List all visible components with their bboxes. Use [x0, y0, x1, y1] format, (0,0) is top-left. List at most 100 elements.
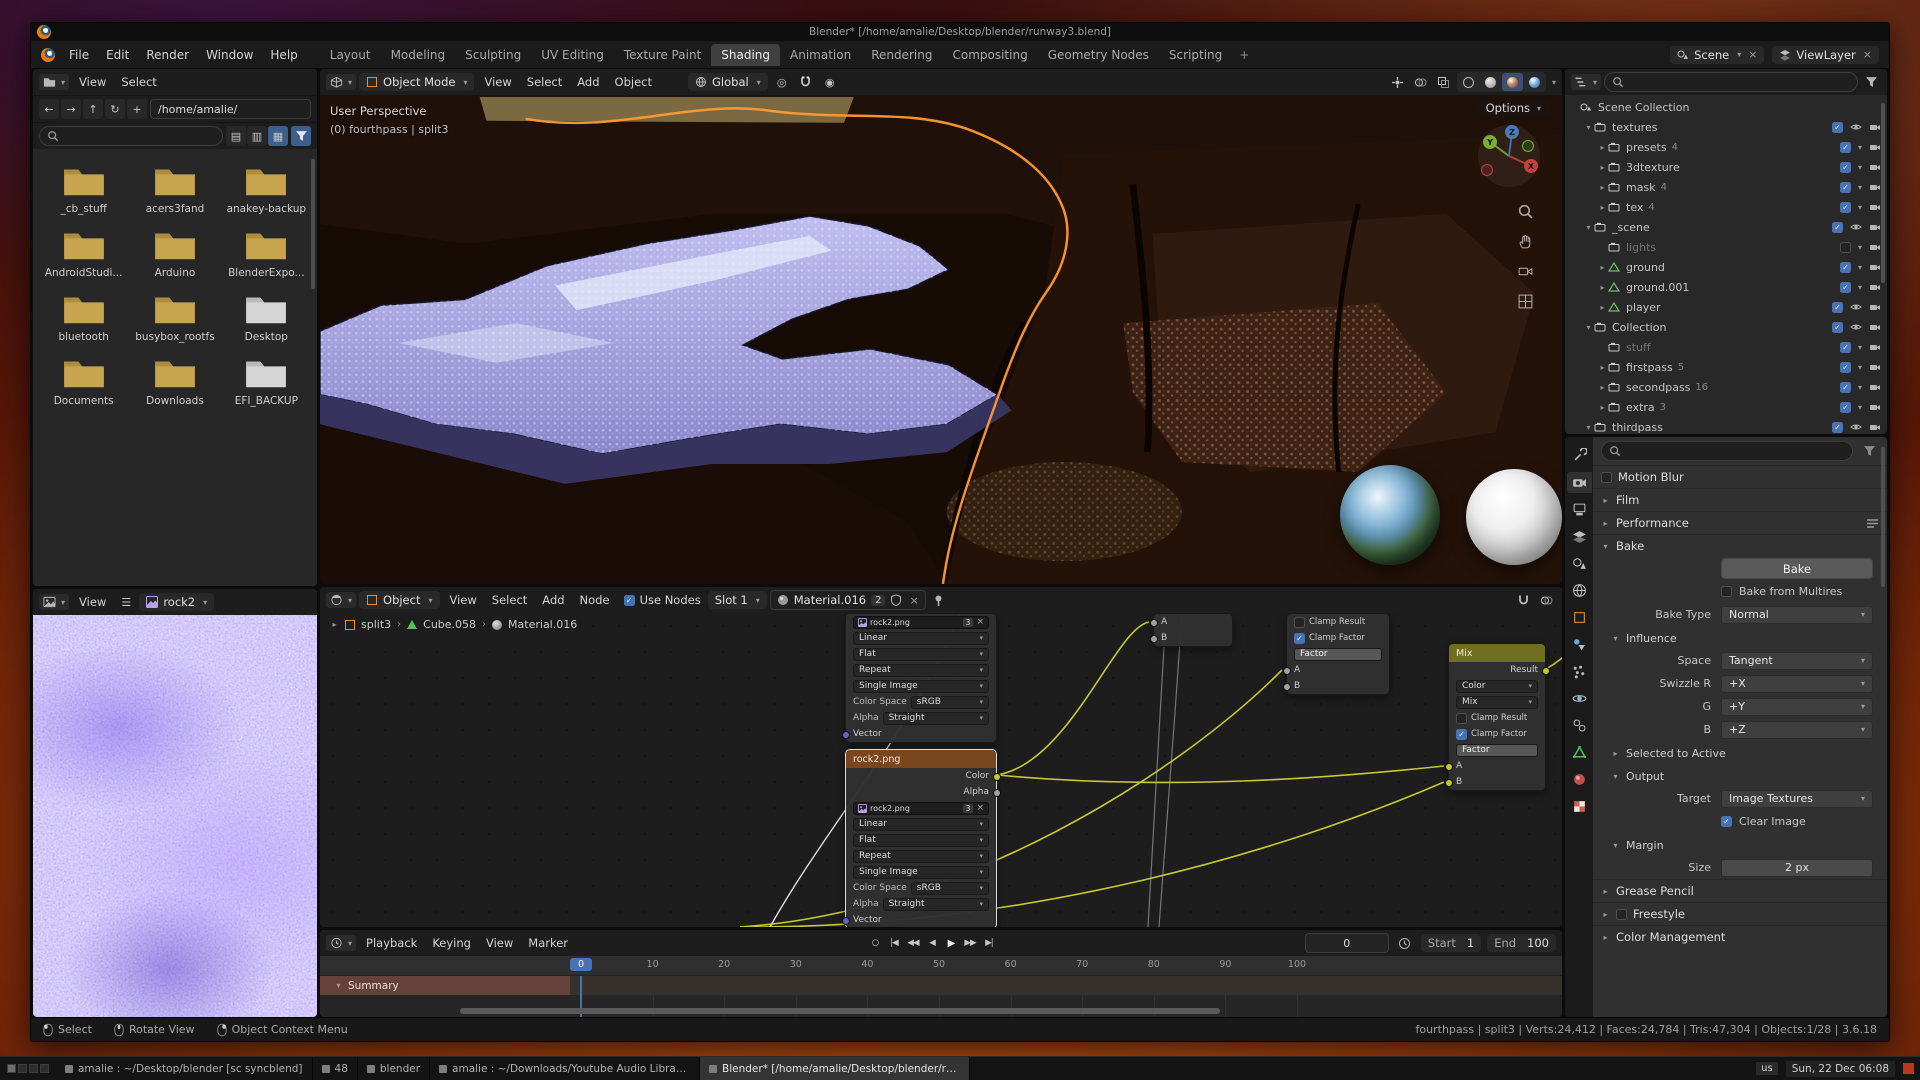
menu-help[interactable]: Help	[262, 45, 305, 65]
exclude-checkbox[interactable]: ✓	[1840, 282, 1851, 293]
display-mode-0-button[interactable]: ▤	[226, 126, 246, 146]
alpha-output-socket[interactable]	[993, 789, 1001, 797]
camera-view-icon[interactable]	[1517, 263, 1534, 280]
panel-grease-pencil[interactable]: ▸Grease Pencil	[1593, 879, 1887, 902]
node-image-texture-rock2[interactable]: rock2.pngColorAlpharock2.png3×Linear▾Fla…	[845, 749, 997, 927]
expander-icon[interactable]: ▸	[1597, 143, 1608, 152]
disable-render-camera-icon[interactable]	[1869, 162, 1881, 172]
bake-from-multires-toggle[interactable]: Bake from Multires	[1721, 585, 1842, 598]
file-item[interactable]: BlenderExpo...	[222, 223, 311, 283]
menu-view[interactable]: View	[443, 591, 484, 609]
exclude-checkbox[interactable]: ✓	[1832, 122, 1843, 133]
refresh-button[interactable]: ↻	[105, 99, 125, 119]
show-overlays-icon[interactable]	[1411, 72, 1431, 92]
panel-motion-blur[interactable]: Motion Blur	[1593, 465, 1887, 488]
disable-render-camera-icon[interactable]	[1869, 362, 1881, 372]
workspace-tab-sculpting[interactable]: Sculpting	[455, 44, 531, 66]
viewlayer-remove-icon[interactable]: ×	[1863, 48, 1872, 61]
node-row-srgb[interactable]: Color SpacesRGB▾	[846, 880, 996, 896]
vector-input-socket[interactable]	[842, 917, 850, 925]
display-mode-1-button[interactable]: ▥	[247, 126, 267, 146]
color-output-socket[interactable]	[993, 773, 1001, 781]
node-row-linear[interactable]: Linear▾	[846, 630, 996, 646]
outliner-row-lights[interactable]: lights▾	[1565, 237, 1887, 257]
node-mix[interactable]: MixResultColor▾Mix▾Clamp Result✓Clamp Fa…	[1448, 643, 1546, 791]
editor-type-shader[interactable]: ▾	[326, 592, 356, 608]
node-row-vector[interactable]: Vector	[846, 726, 996, 742]
outliner-row-ground[interactable]: ▸ground✓▾	[1565, 257, 1887, 277]
exclude-checkbox[interactable]: ✓	[1832, 422, 1843, 433]
panel-color-management[interactable]: ▸Color Management	[1593, 925, 1887, 948]
disable-render-camera-icon[interactable]	[1869, 142, 1881, 152]
jump-to-end-button[interactable]: ▶|	[980, 935, 997, 951]
workspace-tab-shading[interactable]: Shading	[711, 44, 780, 66]
end-frame-field[interactable]: End100	[1487, 934, 1556, 952]
panel-freestyle[interactable]: ▸Freestyle	[1593, 902, 1887, 925]
file-item[interactable]: Desktop	[222, 287, 311, 347]
workspace-tab-scripting[interactable]: Scripting	[1159, 44, 1232, 66]
menu-edit[interactable]: Edit	[98, 45, 137, 65]
outliner-row-player[interactable]: ▸player✓	[1565, 297, 1887, 317]
file-item[interactable]: acers3fand	[130, 159, 219, 219]
summary-keyframe-track[interactable]	[570, 976, 1562, 995]
exclude-checkbox[interactable]: ✓	[1840, 142, 1851, 153]
workspace-tab-rendering[interactable]: Rendering	[861, 44, 942, 66]
disable-render-camera-icon[interactable]	[1869, 342, 1881, 352]
render-properties-tab[interactable]	[1567, 472, 1592, 493]
hamburger-icon[interactable]: ☰	[116, 592, 136, 612]
workspace-tab-compositing[interactable]: Compositing	[942, 44, 1037, 66]
disable-render-camera-icon[interactable]	[1869, 382, 1881, 392]
file-item[interactable]: EFI_BACKUP	[222, 351, 311, 411]
node-row-mix[interactable]: Mix▾	[1449, 694, 1545, 710]
taskbar-item[interactable]: Blender* [/home/amalie/Desktop/blender/r…	[700, 1057, 970, 1080]
visibility-chevron-icon[interactable]: ▾	[1858, 283, 1862, 292]
create-folder-button[interactable]: +	[127, 99, 147, 119]
node-row-rock2-png[interactable]: rock2.png3×	[846, 614, 996, 630]
menu-render[interactable]: Render	[138, 45, 197, 65]
bake-type-select[interactable]: Normal▾	[1721, 606, 1873, 624]
image-canvas[interactable]	[33, 615, 317, 1017]
editor-type-image[interactable]: ▾	[39, 594, 69, 610]
node-row-color[interactable]: Color▾	[1449, 678, 1545, 694]
start-frame-field[interactable]: Start1	[1421, 934, 1481, 952]
node-row-factor[interactable]: Factor	[1287, 646, 1389, 662]
b-input-socket[interactable]	[1445, 779, 1453, 787]
expander-icon[interactable]: ▸	[1597, 163, 1608, 172]
taskbar-item[interactable]: blender	[358, 1057, 430, 1080]
back-button[interactable]: ←	[39, 99, 59, 119]
editor-type-outliner[interactable]: ▾	[1571, 74, 1601, 90]
material-properties-tab[interactable]	[1567, 769, 1592, 790]
editor-type-file-browser[interactable]: ▾	[39, 74, 69, 90]
pan-hand-icon[interactable]	[1517, 233, 1534, 250]
disable-render-camera-icon[interactable]	[1869, 322, 1881, 332]
menu-marker[interactable]: Marker	[521, 934, 575, 952]
menu-node[interactable]: Node	[573, 591, 617, 609]
exclude-checkbox[interactable]	[1840, 242, 1851, 253]
timeline-scrollbar[interactable]	[460, 1008, 1220, 1014]
workspace-tab-texture-paint[interactable]: Texture Paint	[614, 44, 711, 66]
disable-render-camera-icon[interactable]	[1869, 422, 1881, 432]
scene-selector[interactable]: Scene ▾ ×	[1670, 46, 1764, 64]
menu-playback[interactable]: Playback	[359, 934, 424, 952]
use-preview-range-clock-icon[interactable]	[1395, 933, 1415, 953]
file-item[interactable]: bluetooth	[39, 287, 128, 347]
taskbar-item[interactable]: 48	[313, 1057, 358, 1080]
swizzle-b-select[interactable]: +Z▾	[1721, 721, 1873, 739]
freestyle-checkbox[interactable]	[1616, 909, 1627, 920]
node-row-flat[interactable]: Flat▾	[846, 832, 996, 848]
node-row-b[interactable]: B	[1287, 678, 1389, 694]
workspace-tab-geometry-nodes[interactable]: Geometry Nodes	[1038, 44, 1159, 66]
result-output-socket[interactable]	[1542, 667, 1550, 675]
pin-icon[interactable]	[929, 590, 949, 610]
clear-image-toggle[interactable]: ✓Clear Image	[1721, 815, 1806, 828]
clamp-factor-checkbox[interactable]: ✓	[1294, 633, 1305, 644]
node-row-flat[interactable]: Flat▾	[846, 646, 996, 662]
node-header[interactable]: Mix	[1449, 644, 1545, 662]
navigation-gizmo[interactable]: X Y Z	[1476, 123, 1542, 189]
show-gizmo-icon[interactable]	[1388, 72, 1408, 92]
user-count-badge[interactable]: 2	[871, 595, 885, 606]
node-row-color[interactable]: Color	[846, 768, 996, 784]
options-dropdown[interactable]: Options▾	[1477, 99, 1550, 117]
file-item[interactable]: busybox_rootfs	[130, 287, 219, 347]
material-selector[interactable]: Material.016 2 ×	[770, 590, 926, 610]
